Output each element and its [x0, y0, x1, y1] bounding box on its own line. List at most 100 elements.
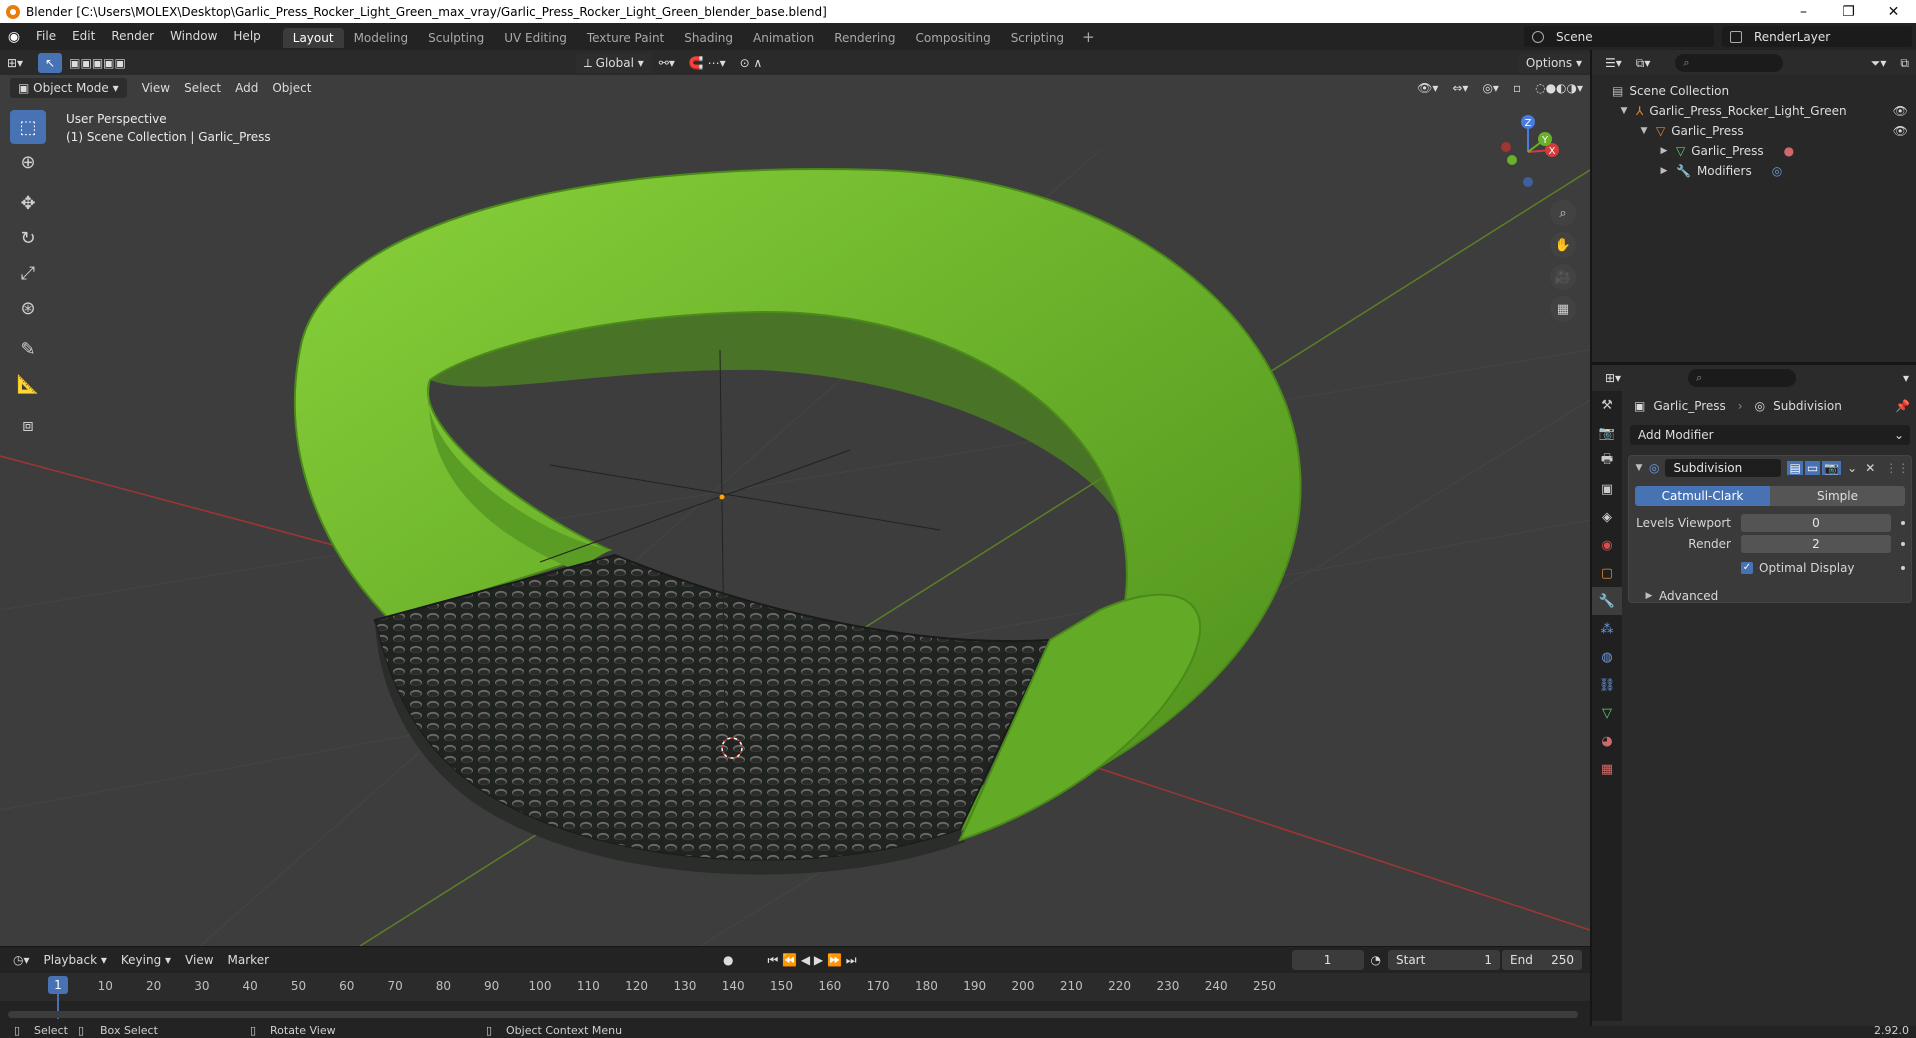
visibility-eye-icon[interactable]: 👁 — [1893, 104, 1908, 118]
3d-viewport[interactable]: ⊞▾ ↖ ▣▣▣▣▣ ⟂ Global ▾ ⚯▾ 🧲 ⋯▾ ⊙ ∧ Option… — [0, 50, 1590, 946]
playback-menu[interactable]: Playback ▾ — [37, 950, 114, 970]
marker-menu[interactable]: Marker — [221, 950, 276, 970]
tab-modeling[interactable]: Modeling — [344, 28, 419, 48]
pivot-point-icon[interactable]: ⚯▾ — [652, 53, 682, 73]
proportional-edit-icon[interactable]: ⊙ ∧ — [733, 53, 770, 73]
particles-tab-icon[interactable]: ⁂ — [1592, 615, 1622, 643]
display-mode-icon[interactable]: ⧉▾ — [1629, 53, 1658, 73]
constraints-tab-icon[interactable]: ⛓ — [1592, 671, 1622, 699]
outliner-search-input[interactable]: ⌕ — [1675, 53, 1784, 72]
tab-layout[interactable]: Layout — [282, 28, 344, 48]
shading-mode-icons[interactable]: ◌●◐◑▾ — [1528, 78, 1590, 98]
current-frame-marker[interactable]: 1 — [48, 976, 68, 994]
output-tab-icon[interactable]: 🖶 — [1592, 447, 1622, 475]
expand-arrow-icon[interactable]: ▼ — [1638, 126, 1650, 136]
timeline-scrollbar[interactable] — [8, 1011, 1578, 1018]
start-frame-field[interactable]: Start 1 — [1388, 950, 1500, 970]
modifier-tab-icon[interactable]: 🔧 — [1592, 587, 1622, 615]
keyframe-dot[interactable] — [1901, 521, 1905, 525]
outliner-row-scene-collection[interactable]: ▤ Scene Collection — [1592, 81, 1916, 101]
tab-rendering[interactable]: Rendering — [824, 28, 905, 48]
add-menu[interactable]: Add — [228, 78, 265, 98]
preview-range-icon[interactable]: ◔ — [1364, 950, 1388, 970]
material-tab-icon[interactable]: ◕ — [1592, 727, 1622, 755]
tab-sculpting[interactable]: Sculpting — [418, 28, 494, 48]
measure-tool-icon[interactable]: 📐 — [10, 367, 46, 401]
filter-icon[interactable]: ⏷▾ — [1864, 53, 1894, 73]
optimal-display-checkbox[interactable]: ✓ — [1741, 562, 1753, 574]
physics-tab-icon[interactable]: ◍ — [1592, 643, 1622, 671]
tool-tab-icon[interactable]: ⚒ — [1592, 391, 1622, 419]
snap-icon[interactable]: 🧲 ⋯▾ — [682, 53, 733, 73]
close-button[interactable]: ✕ — [1871, 4, 1916, 20]
keyframe-dot[interactable] — [1901, 566, 1905, 570]
pan-hand-icon[interactable]: ✋ — [1550, 232, 1576, 258]
collapse-arrow-icon[interactable]: ▼ — [1633, 463, 1645, 473]
restore-button[interactable]: ❐ — [1826, 4, 1871, 20]
transform-orientation-select[interactable]: ⟂ Global ▾ — [575, 52, 652, 73]
menu-window[interactable]: Window — [162, 23, 225, 50]
visibility-eye-icon[interactable]: 👁 — [1893, 124, 1908, 138]
expand-arrow-icon[interactable]: ▶ — [1658, 146, 1670, 156]
editmode-toggle-icon[interactable]: ▤ — [1787, 461, 1803, 475]
data-tab-icon[interactable]: ▽ — [1592, 699, 1622, 727]
levels-viewport-field[interactable]: 0 — [1741, 514, 1891, 532]
select-menu[interactable]: Select — [177, 78, 228, 98]
properties-editor-type-icon[interactable]: ⊞▾ — [1598, 368, 1628, 388]
scene-tab-icon[interactable]: ◈ — [1592, 503, 1622, 531]
tab-uv-editing[interactable]: UV Editing — [494, 28, 577, 48]
render-tab-icon[interactable]: 📷 — [1592, 419, 1622, 447]
orthographic-grid-icon[interactable]: ▦ — [1550, 296, 1576, 322]
visibility-icon[interactable]: 👁▾ — [1410, 78, 1445, 98]
renderlayer-selector[interactable]: RenderLayer — [1722, 26, 1912, 47]
tab-shading[interactable]: Shading — [674, 28, 743, 48]
drag-handle-icon[interactable]: ⋮⋮ — [1885, 461, 1909, 475]
camera-view-icon[interactable]: 🎥 — [1550, 264, 1576, 290]
remove-modifier-icon[interactable]: ✕ — [1865, 461, 1875, 475]
object-tab-icon[interactable]: ▢ — [1592, 559, 1622, 587]
scale-tool-icon[interactable]: ⤢ — [10, 256, 46, 290]
menu-edit[interactable]: Edit — [64, 23, 103, 50]
outliner-row-mesh-data[interactable]: ▶ ▽ Garlic_Press ● — [1592, 141, 1916, 161]
properties-search-input[interactable]: ⌕ — [1688, 369, 1797, 387]
keying-menu[interactable]: Keying ▾ — [114, 950, 178, 970]
end-frame-field[interactable]: End 250 — [1502, 950, 1582, 970]
xray-icon[interactable]: ▫ — [1506, 78, 1528, 98]
pin-icon[interactable]: 📌 — [1895, 399, 1910, 413]
playback-controls[interactable]: ⏮ ⏪ ◀ ▶ ⏩ ⏭ — [761, 950, 864, 970]
object-menu[interactable]: Object — [265, 78, 318, 98]
tab-animation[interactable]: Animation — [743, 28, 824, 48]
menu-help[interactable]: Help — [225, 23, 268, 50]
select-tool-icon[interactable]: ↖ — [38, 52, 63, 73]
outliner-row-modifiers[interactable]: ▶ 🔧 Modifiers ◎ — [1592, 161, 1916, 181]
add-modifier-dropdown[interactable]: Add Modifier ⌄ — [1630, 425, 1910, 445]
options-menu[interactable]: Options ▾ — [1517, 52, 1590, 73]
render-levels-field[interactable]: 2 — [1741, 535, 1891, 553]
annotate-tool-icon[interactable]: ✎ — [10, 332, 46, 366]
navigation-gizmo[interactable]: Z X Y — [1488, 112, 1568, 192]
outliner-row-root-object[interactable]: ▼ ⅄ Garlic_Press_Rocker_Light_Green 👁 — [1592, 101, 1916, 121]
expand-arrow-icon[interactable]: ▶ — [1643, 591, 1655, 601]
menu-render[interactable]: Render — [103, 23, 162, 50]
properties-options-icon[interactable]: ▾ — [1896, 368, 1916, 388]
viewport-toggle-icon[interactable]: ▭ — [1804, 461, 1821, 475]
move-tool-icon[interactable]: ✥ — [10, 186, 46, 220]
modifier-menu-chevron-icon[interactable]: ⌄ — [1847, 461, 1857, 475]
render-toggle-icon[interactable]: 📷 — [1822, 461, 1842, 475]
editor-type-icon[interactable]: ⊞▾ — [0, 53, 30, 73]
view-layer-tab-icon[interactable]: ▣ — [1592, 475, 1622, 503]
select-box-tool-icon[interactable]: ⬚ — [10, 110, 46, 144]
timeline-ruler[interactable]: 10 20 30 40 50 60 70 80 90 100 110 120 130 140 150 160 1… — [0, 973, 1590, 1001]
minimize-button[interactable]: – — [1781, 4, 1826, 20]
timeline-view-menu[interactable]: View — [178, 950, 220, 970]
rotate-tool-icon[interactable]: ↻ — [10, 221, 46, 255]
tab-compositing[interactable]: Compositing — [905, 28, 1000, 48]
add-cube-tool-icon[interactable]: ⧈ — [10, 408, 46, 442]
auto-keying-icon[interactable]: ● — [716, 950, 740, 970]
current-frame-field[interactable]: 1 — [1291, 950, 1364, 970]
menu-file[interactable]: File — [28, 23, 64, 50]
advanced-subpanel[interactable]: ▶ Advanced — [1629, 586, 1911, 606]
view-menu[interactable]: View — [135, 78, 177, 98]
zoom-icon[interactable]: ⌕ — [1550, 200, 1576, 226]
transform-tool-icon[interactable]: ⊛ — [10, 291, 46, 325]
